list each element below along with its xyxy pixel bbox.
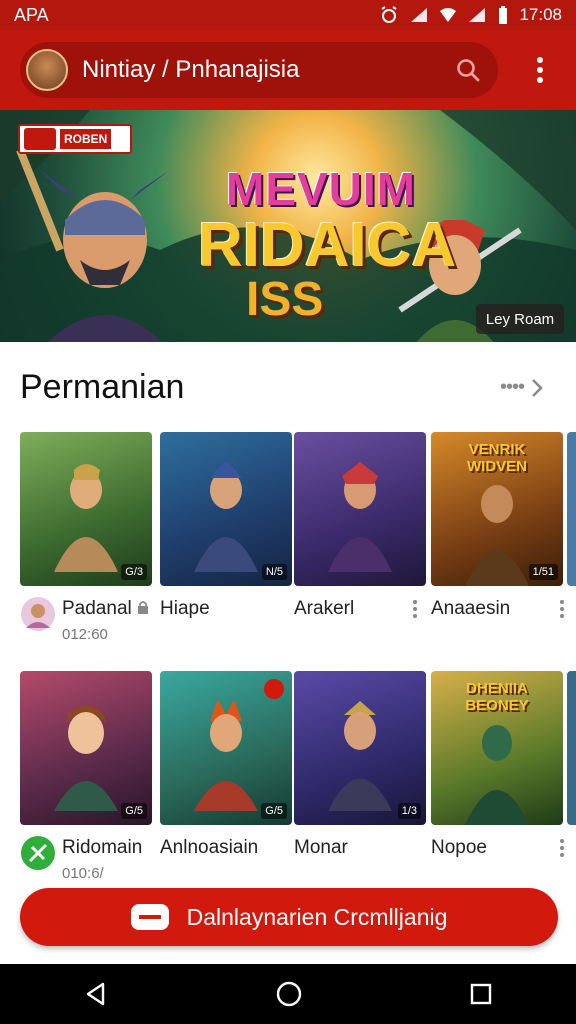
banner-title-line-1: MEVUIM	[226, 163, 416, 215]
card-subtitle: 012:60	[62, 626, 108, 643]
alarm-icon	[381, 6, 398, 23]
thumbnail-badge: G/3	[121, 564, 147, 580]
signal-icon	[411, 8, 428, 22]
thumbnail-title: DHENIIA BEONEY	[465, 680, 529, 714]
game-card[interactable]: G/5 Anlnoasiain	[160, 671, 292, 858]
game-card-partial[interactable]: F 1	[567, 432, 576, 586]
brand-badge-text: ROBEN	[60, 129, 112, 149]
more-dots: ••••	[500, 376, 525, 398]
game-thumbnail[interactable]: 1/3	[294, 671, 426, 825]
hero-character-left	[40, 170, 170, 342]
game-thumbnail[interactable]: VENRIK WIDVEN 1/51	[431, 432, 563, 586]
card-meta: Monar	[294, 837, 434, 877]
recents-icon[interactable]	[469, 982, 493, 1006]
character-art	[194, 462, 258, 572]
card-meta: Anlnoasiain	[160, 837, 300, 877]
thumbnail-badge: 1/51	[528, 564, 558, 580]
back-icon[interactable]	[83, 981, 109, 1007]
brand-badge: ROBEN	[18, 124, 132, 154]
search-icon[interactable]	[452, 54, 484, 86]
card-subtitle: 010:6/	[62, 865, 104, 882]
app-bar: Nintiay / Pnhanajisia	[0, 30, 576, 110]
status-icons: 17:08	[379, 5, 562, 25]
brand-logo-icon	[24, 128, 56, 150]
home-icon[interactable]	[275, 980, 303, 1008]
card-meta: Padanal 012:60	[20, 597, 160, 643]
controller-icon	[130, 904, 169, 930]
game-card[interactable]: 1/3 Monar	[294, 671, 426, 858]
banner-title-line-3: ISS	[246, 273, 324, 326]
character-art	[328, 701, 392, 811]
card-menu-icon[interactable]	[557, 600, 567, 618]
search-bar[interactable]: Nintiay / Pnhanajisia	[20, 42, 498, 98]
character-art	[328, 462, 392, 572]
status-bar: APA 17:08	[0, 0, 576, 30]
game-card[interactable]: G/3 Padanal 012:60	[20, 432, 152, 643]
thumbnail-title: VENRIK WIDVEN	[467, 441, 527, 475]
thumbnail-badge: 1/3	[397, 803, 421, 819]
profile-avatar[interactable]	[26, 49, 68, 91]
game-card[interactable]: Arakerl	[294, 432, 426, 619]
status-time: 17:08	[519, 5, 562, 24]
publisher-avatar	[21, 836, 55, 870]
page-title: Nintiay / Pnhanajisia	[82, 56, 300, 83]
section-more-link[interactable]: ••••	[500, 376, 544, 399]
card-title: Ridomain	[62, 837, 143, 858]
banner-title-line-2: RIDAICA	[198, 211, 457, 280]
card-meta: Anaaesin	[431, 598, 571, 638]
game-thumbnail[interactable]: DHENIIA BEONEY	[431, 671, 563, 825]
game-card[interactable]: N/5 Hiape	[160, 432, 292, 619]
card-title: Anlnoasiain	[160, 837, 259, 858]
character-art	[54, 706, 118, 811]
wifi-icon	[440, 8, 457, 22]
more-vert-icon[interactable]	[522, 52, 558, 88]
character-art	[465, 725, 529, 825]
system-nav-bar	[0, 964, 576, 1024]
game-card[interactable]: VENRIK WIDVEN 1/51 Anaaesin	[431, 432, 564, 619]
thumbnail-badge: G/5	[261, 803, 287, 819]
lock-icon	[138, 601, 149, 614]
card-meta: Hiape	[160, 598, 300, 638]
card-menu-icon[interactable]	[410, 600, 420, 618]
game-thumbnail[interactable]: G/5	[20, 671, 152, 825]
publisher-avatar	[21, 597, 55, 631]
card-title: Anaaesin	[431, 598, 511, 619]
game-card[interactable]: G/5 Ridomain 010:6/	[20, 671, 152, 882]
card-title: Nopoe	[431, 837, 487, 858]
card-title: Monar	[294, 837, 348, 858]
game-thumbnail[interactable]	[294, 432, 426, 586]
thumbnail-badge: N/5	[261, 564, 287, 580]
card-menu-icon[interactable]	[557, 839, 567, 857]
card-meta: Nopoe	[431, 837, 571, 877]
battery-icon	[499, 6, 508, 24]
game-thumbnail[interactable]: N/5	[160, 432, 292, 586]
game-thumbnail[interactable]: G/5	[160, 671, 292, 825]
character-art	[194, 701, 258, 811]
card-title: Padanal	[62, 598, 160, 620]
game-thumbnail[interactable]	[567, 671, 576, 825]
record-badge-icon	[264, 679, 284, 699]
banner-play-button[interactable]: Ley Roam	[476, 304, 564, 334]
signal-icon-2	[469, 8, 486, 22]
game-thumbnail[interactable]: G/3	[20, 432, 152, 586]
card-meta: Arakerl	[294, 598, 434, 638]
card-meta: Ridomain 010:6/	[20, 836, 160, 882]
primary-action-label: Dalnlaynarien Crcmlljanig	[186, 903, 448, 930]
thumbnail-badge: G/5	[121, 803, 147, 819]
primary-action-button[interactable]: Dalnlaynarien Crcmlljanig	[20, 888, 558, 946]
game-card[interactable]: DHENIIA BEONEY Nopoe	[431, 671, 564, 858]
card-title: Hiape	[160, 598, 210, 619]
status-carrier: APA	[14, 4, 49, 25]
section-title: Permanian	[20, 368, 185, 406]
character-art	[54, 464, 118, 572]
game-thumbnail[interactable]	[567, 432, 576, 586]
game-card-partial[interactable]: C 1	[567, 671, 576, 825]
chevron-right-icon	[532, 378, 543, 397]
character-art	[465, 485, 529, 586]
